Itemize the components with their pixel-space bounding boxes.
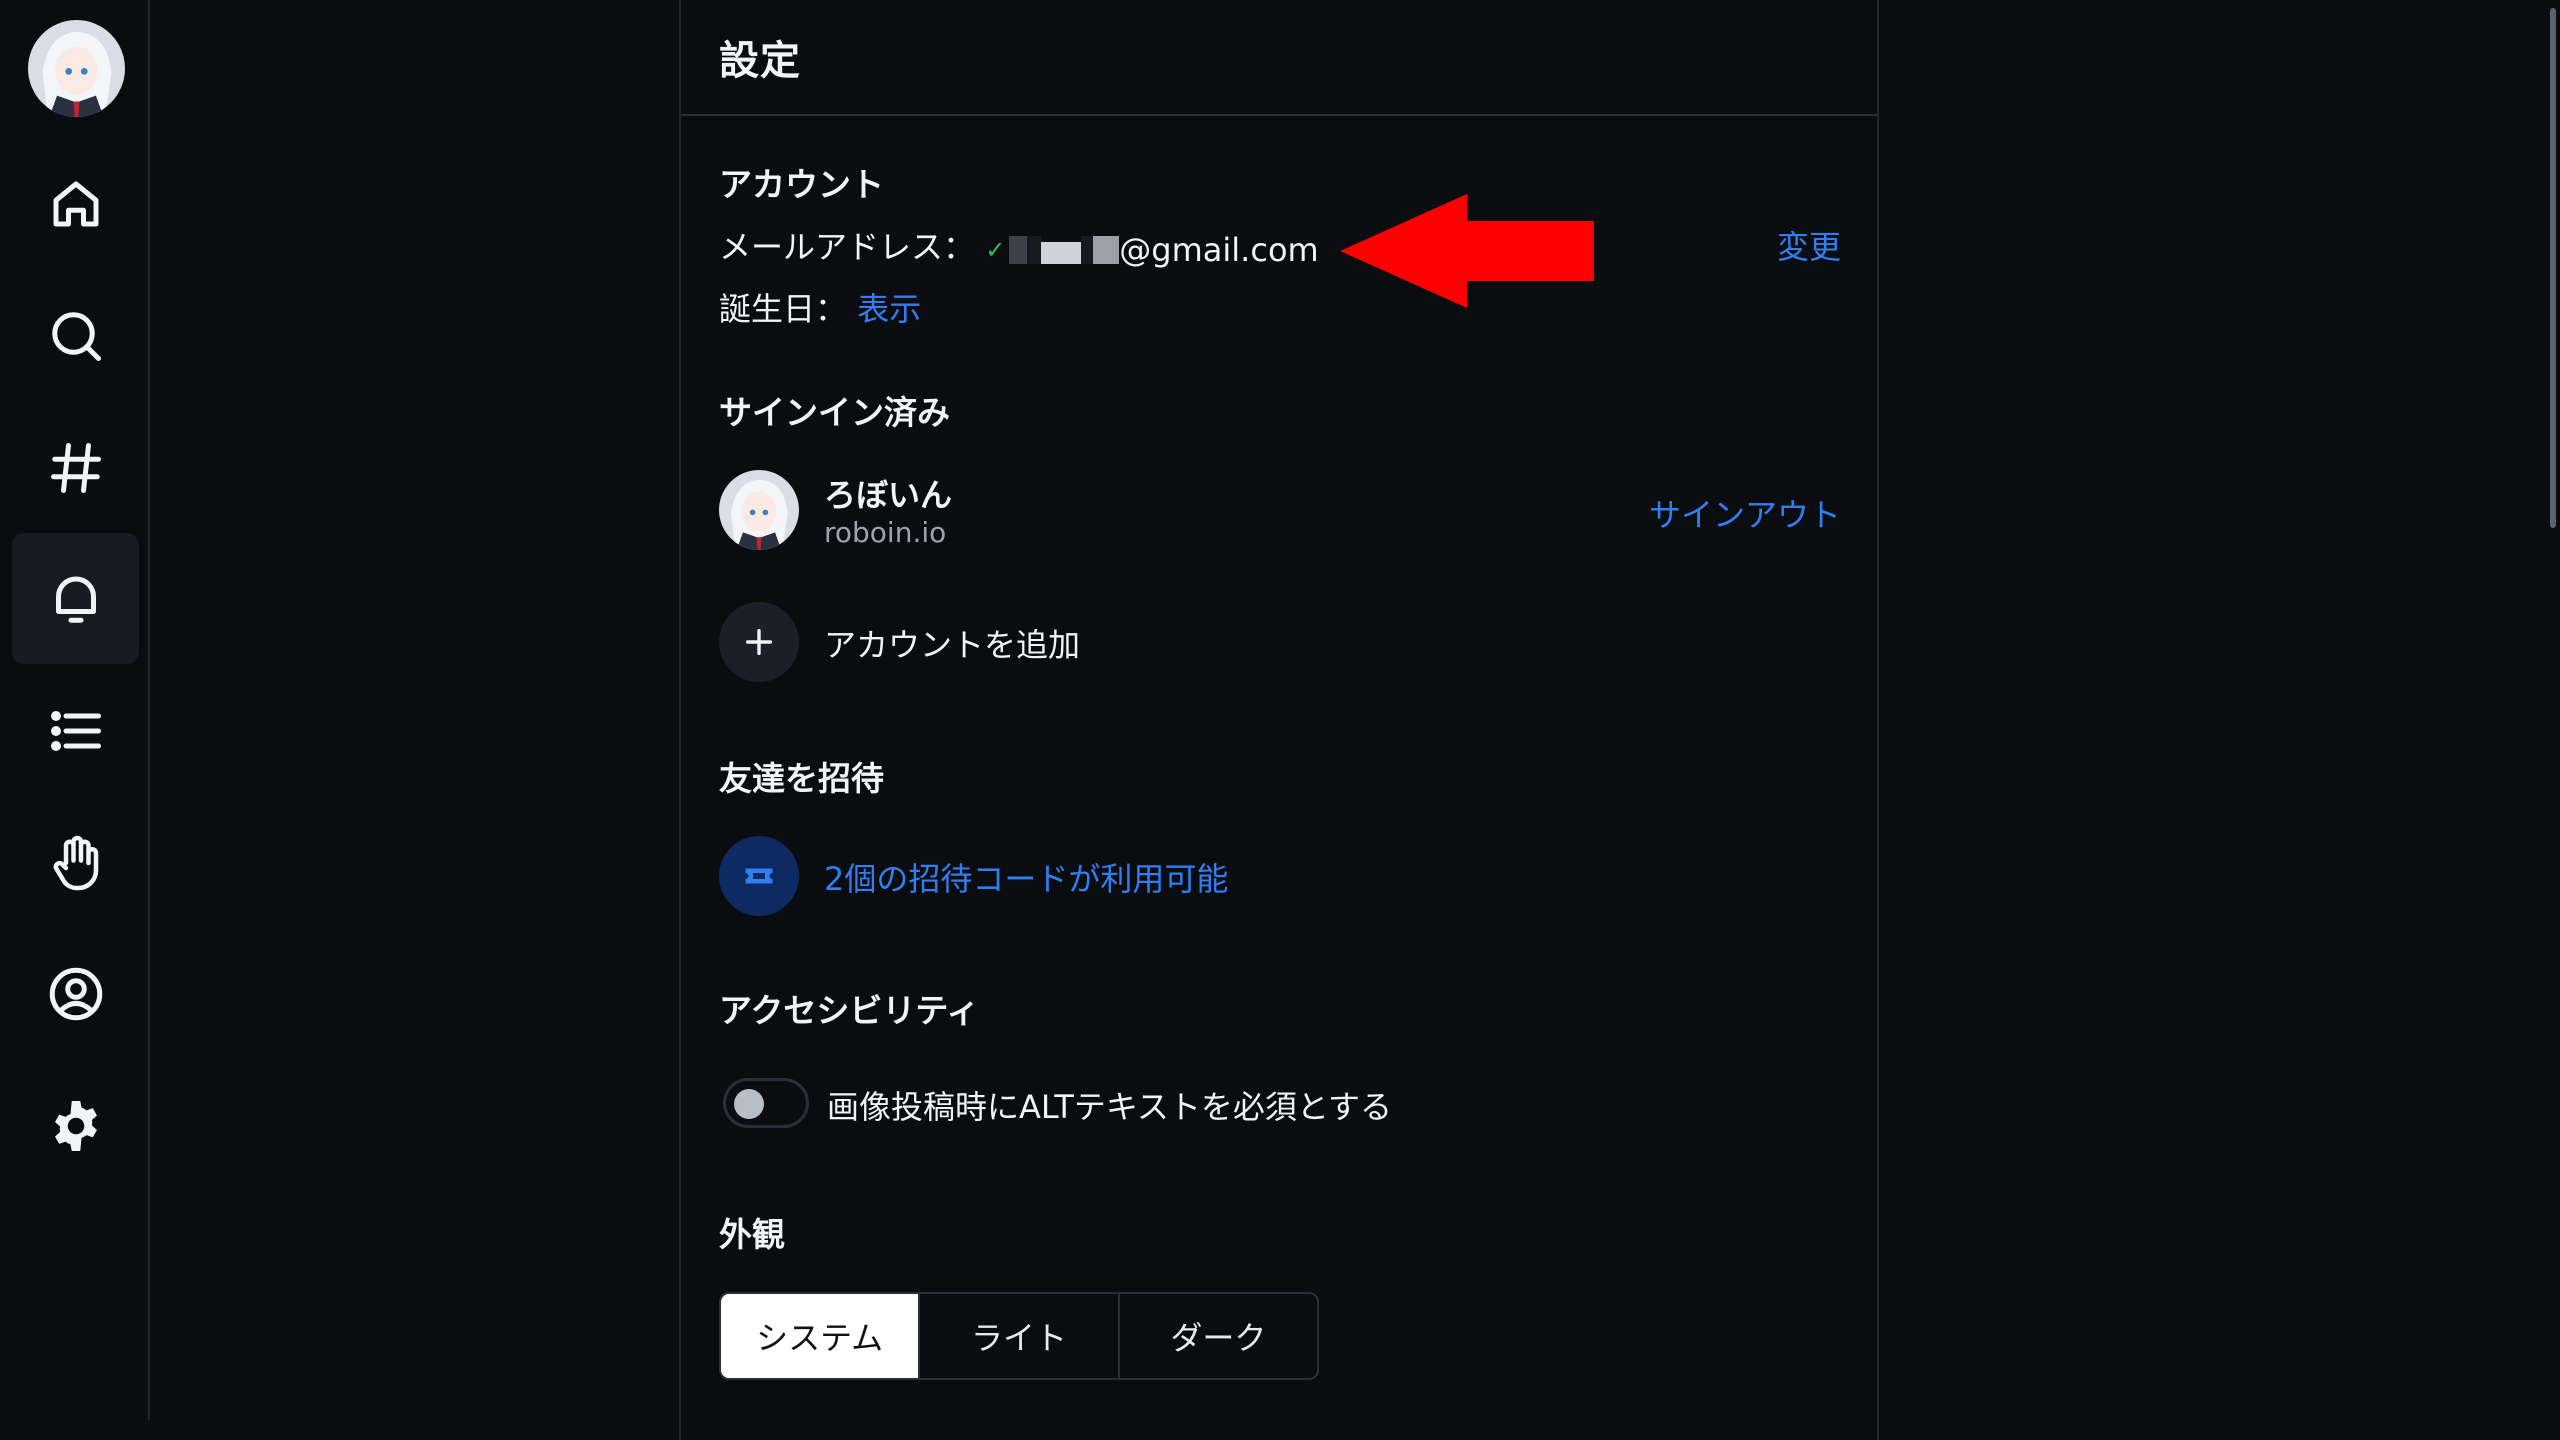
gear-icon <box>54 1100 97 1151</box>
settings-header: 設定 <box>681 0 1877 116</box>
email-label: メールアドレス： <box>719 228 976 266</box>
verified-check-icon: ✓ <box>985 236 1006 264</box>
plus-icon <box>745 628 773 656</box>
nav-home[interactable] <box>12 138 139 269</box>
account-handle: roboin.io <box>824 516 947 549</box>
require-alt-label: 画像投稿時にALTテキストを必須とする <box>827 1088 1392 1126</box>
user-circle-icon <box>49 967 102 1020</box>
list-icon <box>50 710 101 751</box>
invite-codes-link[interactable]: 2個の招待コードが利用可能 <box>824 854 1228 900</box>
hashtag-icon <box>50 442 101 493</box>
annotation-arrow-icon <box>1340 194 1594 308</box>
nav-settings[interactable] <box>12 1060 139 1191</box>
signed-in-section-title: サインイン済み <box>719 393 950 432</box>
appearance-selector: システム ライト ダーク <box>719 1292 1319 1380</box>
birthday-label: 誕生日： <box>719 290 848 328</box>
nav-search[interactable] <box>12 270 139 401</box>
account-display-name: ろぼいん <box>824 476 953 514</box>
nav-profile[interactable] <box>12 928 139 1059</box>
nav-moderation[interactable] <box>12 797 139 928</box>
change-email-link[interactable]: 変更 <box>1777 222 1841 268</box>
nav-notifications[interactable] <box>12 533 139 664</box>
appearance-option-light[interactable]: ライト <box>920 1294 1120 1378</box>
birthday-row: 誕生日： 表示 <box>719 284 921 330</box>
invite-section-title: 友達を招待 <box>719 759 884 798</box>
birthday-show-link[interactable]: 表示 <box>857 290 921 328</box>
scrollbar-thumb[interactable] <box>2550 8 2556 528</box>
nav-lists[interactable] <box>12 665 139 796</box>
add-account-label[interactable]: アカウントを追加 <box>824 620 1080 666</box>
signout-link[interactable]: サインアウト <box>1649 490 1841 536</box>
appearance-option-dark[interactable]: ダーク <box>1120 1294 1317 1378</box>
nav-rail <box>0 0 150 1420</box>
nav-feeds[interactable] <box>12 402 139 533</box>
redaction-block <box>1009 236 1028 264</box>
add-account-button[interactable] <box>719 602 799 682</box>
invite-ticket-button[interactable] <box>719 836 799 916</box>
search-icon <box>51 311 101 361</box>
toggle-knob <box>734 1089 764 1119</box>
scrollbar[interactable] <box>2544 0 2560 1440</box>
redaction-block <box>1027 236 1042 264</box>
redaction-block <box>1081 236 1094 264</box>
hand-icon <box>53 835 98 890</box>
account-section-title: アカウント <box>719 165 884 204</box>
ticket-icon <box>745 868 773 884</box>
user-avatar[interactable] <box>28 20 125 117</box>
accessibility-section-title: アクセシビリティ <box>719 991 980 1030</box>
redaction-block <box>1093 236 1120 264</box>
bell-icon <box>55 576 96 623</box>
home-icon <box>53 181 98 226</box>
email-row: メールアドレス： ✓ @gmail.com <box>719 222 1319 269</box>
appearance-option-system[interactable]: システム <box>721 1294 921 1378</box>
require-alt-toggle[interactable] <box>723 1078 809 1128</box>
email-domain: @gmail.com <box>1119 231 1319 269</box>
settings-panel: 設定 アカウント メールアドレス： ✓ @gmail.com 変更 誕生日： 表… <box>679 0 1879 1440</box>
redaction-block <box>1041 242 1082 264</box>
account-avatar <box>719 470 799 550</box>
email-value: ✓ @gmail.com <box>985 231 1319 269</box>
page-title: 設定 <box>719 38 801 84</box>
appearance-section-title: 外観 <box>719 1215 785 1254</box>
